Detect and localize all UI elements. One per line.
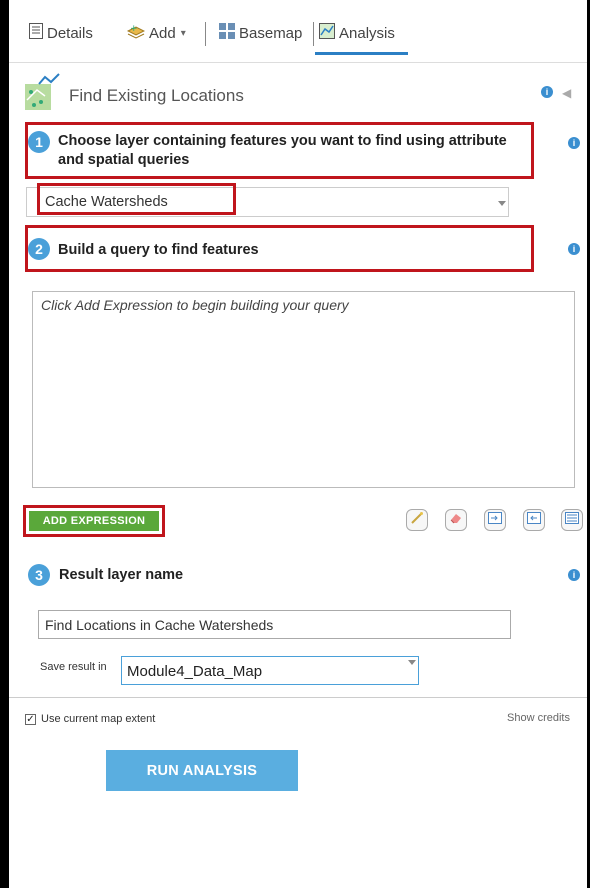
save-folder-value: Module4_Data_Map xyxy=(127,663,263,680)
tab-add[interactable]: + Add ▾ xyxy=(126,22,186,44)
basemap-grid-icon xyxy=(219,23,235,43)
tab-basemap-label: Basemap xyxy=(239,24,303,42)
active-tab-indicator xyxy=(315,52,408,55)
info-icon[interactable]: i xyxy=(568,243,580,255)
step-1-badge: 1 xyxy=(28,131,50,153)
find-locations-icon xyxy=(25,72,61,112)
list-icon xyxy=(565,511,579,529)
analysis-panel: Details + Add ▾ Basemap Analysis Find Ex… xyxy=(9,0,587,888)
result-layer-name-value: Find Locations in Cache Watersheds xyxy=(45,617,274,633)
show-credits-link[interactable]: Show credits xyxy=(507,712,570,724)
step-1-line1: Choose layer containing features you wan… xyxy=(58,133,507,149)
outdent-icon xyxy=(527,511,541,529)
magic-wand-icon xyxy=(410,511,424,530)
outdent-expression-button[interactable] xyxy=(523,509,545,531)
chevron-down-icon xyxy=(498,201,506,206)
step-1-label: Choose layer containing features you wan… xyxy=(58,132,507,170)
insert-expression-button[interactable] xyxy=(484,509,506,531)
collapse-arrow-icon[interactable]: ◀ xyxy=(562,86,571,100)
step-2-badge: 2 xyxy=(28,238,50,260)
add-expression-button[interactable]: ADD EXPRESSION xyxy=(29,511,159,531)
top-toolbar: Details + Add ▾ Basemap Analysis xyxy=(9,0,587,63)
info-icon[interactable]: i xyxy=(568,137,580,149)
tab-basemap[interactable]: Basemap xyxy=(219,22,302,44)
step-2-label: Build a query to find features xyxy=(58,242,259,258)
query-expression-area[interactable] xyxy=(32,291,575,488)
tab-details-label: Details xyxy=(47,24,93,42)
layer-select-value: Cache Watersheds xyxy=(45,194,168,210)
insert-icon xyxy=(488,511,502,529)
step-1-line2: and spatial queries xyxy=(58,152,190,168)
toolbar-divider xyxy=(313,22,314,46)
tab-analysis[interactable]: Analysis xyxy=(319,22,395,44)
tool-title: Find Existing Locations xyxy=(69,86,244,105)
query-placeholder: Click Add Expression to begin building y… xyxy=(41,297,349,313)
add-layer-icon: + xyxy=(126,23,146,43)
list-view-button[interactable] xyxy=(561,509,583,531)
use-extent-label: Use current map extent xyxy=(41,713,156,725)
tab-analysis-label: Analysis xyxy=(339,24,395,42)
use-extent-checkbox[interactable]: ✓ xyxy=(25,714,36,725)
details-icon xyxy=(29,23,43,43)
run-analysis-button[interactable]: RUN ANALYSIS xyxy=(106,750,298,791)
step-3-badge: 3 xyxy=(28,564,50,586)
section-divider xyxy=(9,697,587,698)
toolbar-divider xyxy=(205,22,206,46)
save-result-label: Save result in xyxy=(40,661,107,673)
chevron-down-icon: ▾ xyxy=(180,27,186,39)
chevron-down-icon xyxy=(408,660,416,665)
tab-add-label: Add xyxy=(149,24,176,42)
step-3-label: Result layer name xyxy=(59,567,184,583)
info-icon[interactable]: i xyxy=(541,86,553,98)
analysis-icon xyxy=(319,23,335,43)
tab-details[interactable]: Details xyxy=(29,22,93,44)
eraser-icon xyxy=(449,511,463,530)
svg-text:+: + xyxy=(130,24,138,34)
magic-wand-button[interactable] xyxy=(406,509,428,531)
info-icon[interactable]: i xyxy=(568,569,580,581)
eraser-button[interactable] xyxy=(445,509,467,531)
